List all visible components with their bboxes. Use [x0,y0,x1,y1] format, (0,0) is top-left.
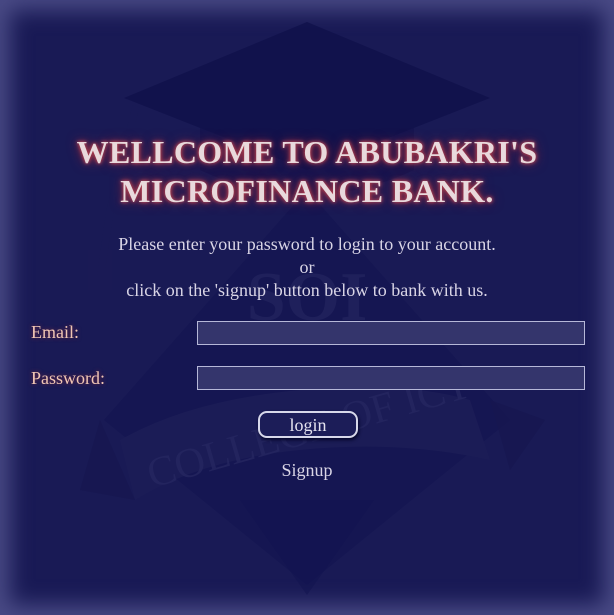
intro-line-1: Please enter your password to login to y… [118,234,496,254]
login-button[interactable]: login [258,411,358,438]
password-label: Password: [31,368,106,388]
college-logo-watermark: SOI COLLEGE OF ICT [80,22,545,595]
title-line-1: WELLCOME TO ABUBAKRI'S [76,134,538,170]
title-line-2: MICROFINANCE BANK. [120,173,494,209]
intro-text: Please enter your password to login to y… [0,233,614,302]
signup-link[interactable]: Signup [281,460,332,480]
password-field[interactable] [197,366,585,390]
signup-area: Signup [0,460,614,481]
intro-line-3: click on the 'signup' button below to ba… [126,280,488,300]
login-page: SOI COLLEGE OF ICT WELLCOME TO ABUBAKRI'… [0,0,614,615]
email-field[interactable] [197,321,585,345]
page-title: WELLCOME TO ABUBAKRI'S MICROFINANCE BANK… [0,133,614,211]
intro-line-2: or [299,257,315,277]
email-label: Email: [31,322,79,342]
